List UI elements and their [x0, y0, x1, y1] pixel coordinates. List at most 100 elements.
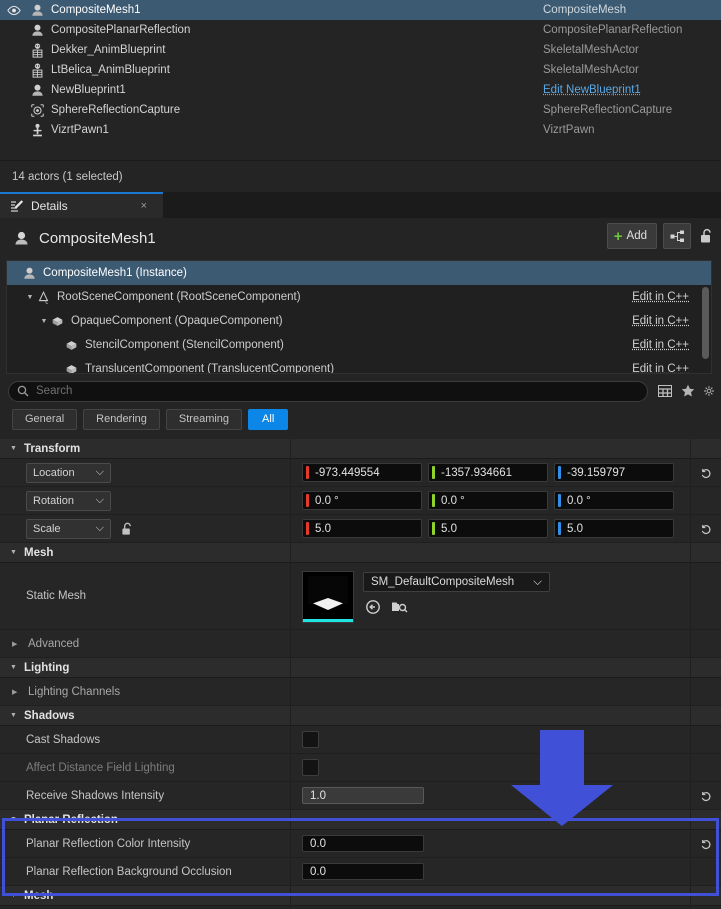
unlock-icon[interactable] — [697, 224, 717, 248]
skeletal-mesh-icon — [28, 42, 46, 58]
search-tools — [658, 384, 714, 398]
value-text: -1357.934661 — [441, 467, 512, 479]
unreal-editor-panel: CompositeMesh1CompositeMeshCompositePlan… — [0, 0, 721, 909]
expander-arrow[interactable]: ▶ — [12, 688, 22, 696]
outliner-row[interactable]: CompositeMesh1CompositeMesh — [0, 0, 721, 20]
favorites-star-icon[interactable] — [681, 384, 695, 398]
tab-details[interactable]: Details × — [0, 192, 163, 218]
expander-arrow[interactable]: ▼ — [10, 816, 20, 823]
checkbox-cast-shadows[interactable] — [302, 731, 319, 748]
outliner-edit-link[interactable]: Edit NewBlueprint1 — [543, 84, 641, 96]
search-input[interactable]: Search — [8, 381, 648, 402]
divider — [690, 830, 691, 857]
property-row-location: Location⌵ -973.449554 -1357.934661 -39.1597… — [0, 459, 721, 487]
component-tree[interactable]: CompositeMesh1 (Instance)▼CRootSceneComp… — [6, 260, 712, 374]
category-title: Mesh — [24, 547, 53, 559]
expander-arrow[interactable]: ▼ — [10, 549, 20, 556]
filter-tab-rendering[interactable]: Rendering — [83, 409, 160, 430]
static-mesh-thumbnail[interactable] — [302, 571, 354, 623]
transform-rotation-dropdown[interactable]: Rotation⌵ — [26, 491, 111, 511]
outliner-item-type: SkeletalMeshActor — [543, 64, 639, 76]
expander-arrow[interactable]: ▼ — [25, 292, 35, 302]
axis-color-bar-y — [432, 494, 435, 507]
transform-rotation-z[interactable]: 0.0 ° — [554, 491, 674, 510]
transform-scale-y[interactable]: 5.0 — [428, 519, 548, 538]
edit-in-cpp-link[interactable]: Edit in C++ — [632, 363, 689, 374]
expander-arrow[interactable]: ▼ — [39, 316, 49, 326]
transform-location-dropdown[interactable]: Location⌵ — [26, 463, 111, 483]
value-text: 0.0 — [310, 866, 326, 878]
expander-arrow[interactable]: ▼ — [10, 664, 20, 671]
component-tree-scrollbar[interactable] — [702, 287, 709, 359]
outliner-row[interactable]: LtBelica_AnimBlueprint SkeletalMeshActor — [0, 60, 721, 80]
outliner-row[interactable]: CompositePlanarReflectionCompositePlanar… — [0, 20, 721, 40]
expander-arrow[interactable]: ▼ — [10, 892, 20, 899]
close-icon[interactable]: × — [141, 200, 147, 212]
transform-scale-dropdown[interactable]: Scale⌵ — [26, 519, 111, 539]
outliner-row[interactable]: Dekker_AnimBlueprintSkeletalMeshActor — [0, 40, 721, 60]
outliner-row[interactable]: SphereReflectionCaptureSphereReflectionC… — [0, 100, 721, 120]
axis-color-bar-z — [558, 494, 561, 507]
blueprint-graph-icon[interactable] — [663, 223, 691, 249]
transform-location-z[interactable]: -39.159797 — [554, 463, 674, 482]
component-tree-row[interactable]: CompositeMesh1 (Instance) — [7, 261, 711, 285]
search-icon — [17, 385, 29, 397]
outliner-row[interactable]: VizrtPawn1VizrtPawn — [0, 120, 721, 140]
revert-button[interactable] — [698, 789, 712, 803]
component-tree-row[interactable]: TranslucentComponent (TranslucentCompone… — [7, 357, 711, 374]
expander-arrow[interactable]: ▶ — [12, 640, 22, 648]
expander-arrow[interactable]: ▼ — [10, 712, 20, 719]
expander-arrow[interactable]: ▼ — [10, 445, 20, 452]
expander-arrow — [11, 268, 21, 278]
number-input[interactable]: 0.0 — [302, 863, 424, 880]
static-mesh-asset-picker[interactable]: SM_DefaultCompositeMesh⌵ — [363, 572, 550, 592]
property-row-lighting-channels[interactable]: ▶Lighting Channels — [0, 678, 721, 706]
category-transform[interactable]: ▼Transform — [0, 439, 721, 459]
revert-button[interactable] — [698, 837, 712, 851]
category-next-partial[interactable]: ▼Mesh — [0, 886, 721, 906]
component-tree-row[interactable]: StencilComponent (StencilComponent)Edit … — [7, 333, 711, 357]
component-tree-row[interactable]: ▼CRootSceneComponent (RootSceneComponent… — [7, 285, 711, 309]
divider — [290, 782, 291, 809]
filter-tab-streaming[interactable]: Streaming — [166, 409, 242, 430]
visibility-toggle[interactable] — [0, 5, 28, 16]
checkbox-affect-distance-field-lighting[interactable] — [302, 759, 319, 776]
category-title: Planar Reflection — [24, 814, 118, 826]
transform-scale-x[interactable]: 5.0 — [302, 519, 422, 538]
plus-icon: + — [614, 229, 623, 244]
category-planar-reflection[interactable]: ▼ Planar Reflection — [0, 810, 721, 830]
number-input[interactable]: 0.0 — [302, 835, 424, 852]
transform-scale-z[interactable]: 5.0 — [554, 519, 674, 538]
transform-rotation-y[interactable]: 0.0 ° — [428, 491, 548, 510]
edit-in-cpp-link[interactable]: Edit in C++ — [632, 315, 689, 327]
scale-lock-icon[interactable] — [120, 522, 134, 536]
component-tree-row[interactable]: ▼OpaqueComponent (OpaqueComponent)Edit i… — [7, 309, 711, 333]
axis-color-bar-x — [306, 522, 309, 535]
outliner-item-label: CompositeMesh1 — [46, 4, 140, 16]
category-mesh[interactable]: ▼ Mesh — [0, 543, 721, 563]
revert-button[interactable] — [698, 522, 712, 536]
chevron-down-icon: ⌵ — [533, 576, 542, 589]
filter-tab-general[interactable]: General — [12, 409, 77, 430]
outliner-item-label: LtBelica_AnimBlueprint — [46, 64, 170, 76]
outliner-row[interactable]: NewBlueprint1Edit NewBlueprint1 — [0, 80, 721, 100]
filter-tab-all[interactable]: All — [248, 409, 288, 430]
table-view-icon[interactable] — [658, 384, 672, 398]
transform-rotation-x[interactable]: 0.0 ° — [302, 491, 422, 510]
number-input[interactable]: 1.0 — [302, 787, 424, 804]
add-component-button[interactable]: + Add — [607, 223, 657, 249]
edit-in-cpp-link[interactable]: Edit in C++ — [632, 339, 689, 351]
actor-mesh-icon — [28, 22, 46, 38]
transform-scale-fields: 5.0 5.0 5.0 — [302, 519, 674, 538]
subcategory-advanced[interactable]: ▶Advanced — [0, 630, 721, 658]
transform-location-y[interactable]: -1357.934661 — [428, 463, 548, 482]
browse-to-asset-icon[interactable] — [391, 599, 408, 615]
use-selected-asset-icon[interactable] — [365, 599, 381, 615]
settings-gear-icon[interactable] — [704, 384, 714, 398]
category-shadows[interactable]: ▼Shadows — [0, 706, 721, 726]
revert-button[interactable] — [698, 466, 712, 480]
axis-color-bar-z — [558, 522, 561, 535]
transform-location-x[interactable]: -973.449554 — [302, 463, 422, 482]
edit-in-cpp-link[interactable]: Edit in C++ — [632, 291, 689, 303]
category-lighting[interactable]: ▼Lighting — [0, 658, 721, 678]
